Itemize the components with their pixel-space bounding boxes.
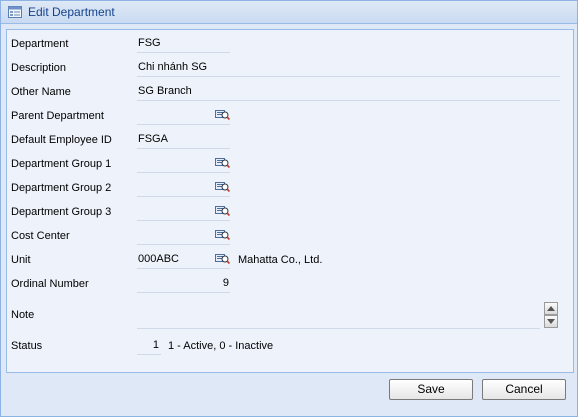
title-bar: Edit Department bbox=[1, 1, 577, 24]
cost-center-label: Cost Center bbox=[11, 230, 70, 242]
status-label: Status bbox=[11, 340, 43, 352]
department-value: FSG bbox=[138, 37, 161, 49]
lookup-search-icon[interactable] bbox=[215, 157, 230, 168]
description-label: Description bbox=[11, 62, 67, 74]
save-button[interactable]: Save bbox=[389, 379, 473, 400]
department-group-2-label: Department Group 2 bbox=[11, 182, 112, 194]
lookup-search-icon[interactable] bbox=[215, 109, 230, 120]
unit-label: Unit bbox=[11, 254, 31, 266]
status-field[interactable]: 1 bbox=[137, 338, 161, 355]
other-name-label: Other Name bbox=[11, 86, 71, 98]
department-label: Department bbox=[11, 38, 69, 50]
default-employee-id-value: FSGA bbox=[138, 133, 168, 145]
cancel-button[interactable]: Cancel bbox=[482, 379, 566, 400]
other-name-value: SG Branch bbox=[138, 85, 192, 97]
lookup-search-icon[interactable] bbox=[215, 253, 230, 264]
unit-description: Mahatta Co., Ltd. bbox=[238, 254, 323, 266]
note-label: Note bbox=[11, 309, 35, 321]
ordinal-number-value: 9 bbox=[222, 277, 229, 289]
department-group-3-label: Department Group 3 bbox=[11, 206, 112, 218]
scroll-down-button[interactable] bbox=[544, 315, 558, 328]
ordinal-number-label: Ordinal Number bbox=[11, 278, 89, 290]
department-field[interactable]: FSG bbox=[137, 36, 230, 53]
window-title: Edit Department bbox=[28, 5, 115, 19]
edit-department-window: Edit Department Department FSG Descripti… bbox=[0, 0, 578, 417]
unit-value: 000ABC bbox=[138, 253, 179, 265]
lookup-search-icon[interactable] bbox=[215, 181, 230, 192]
parent-department-label: Parent Department bbox=[11, 110, 104, 122]
department-group-1-label: Department Group 1 bbox=[11, 158, 112, 170]
arrow-up-icon bbox=[547, 306, 555, 311]
dialog-footer: Save Cancel bbox=[1, 373, 577, 416]
lookup-search-icon[interactable] bbox=[215, 205, 230, 216]
description-value: Chi nhánh SG bbox=[138, 61, 208, 73]
scroll-up-button[interactable] bbox=[544, 302, 558, 315]
ordinal-number-field[interactable]: 9 bbox=[137, 276, 230, 293]
description-field[interactable]: Chi nhánh SG bbox=[137, 60, 560, 77]
note-textarea[interactable] bbox=[137, 300, 540, 329]
other-name-field[interactable]: SG Branch bbox=[137, 84, 560, 101]
arrow-down-icon bbox=[547, 319, 555, 324]
status-value: 1 bbox=[152, 339, 159, 351]
default-employee-id-label: Default Employee ID bbox=[11, 134, 112, 146]
status-hint: 1 - Active, 0 - Inactive bbox=[168, 340, 274, 352]
lookup-search-icon[interactable] bbox=[215, 229, 230, 240]
department-form-icon bbox=[8, 6, 22, 18]
default-employee-id-field[interactable]: FSGA bbox=[137, 132, 230, 149]
